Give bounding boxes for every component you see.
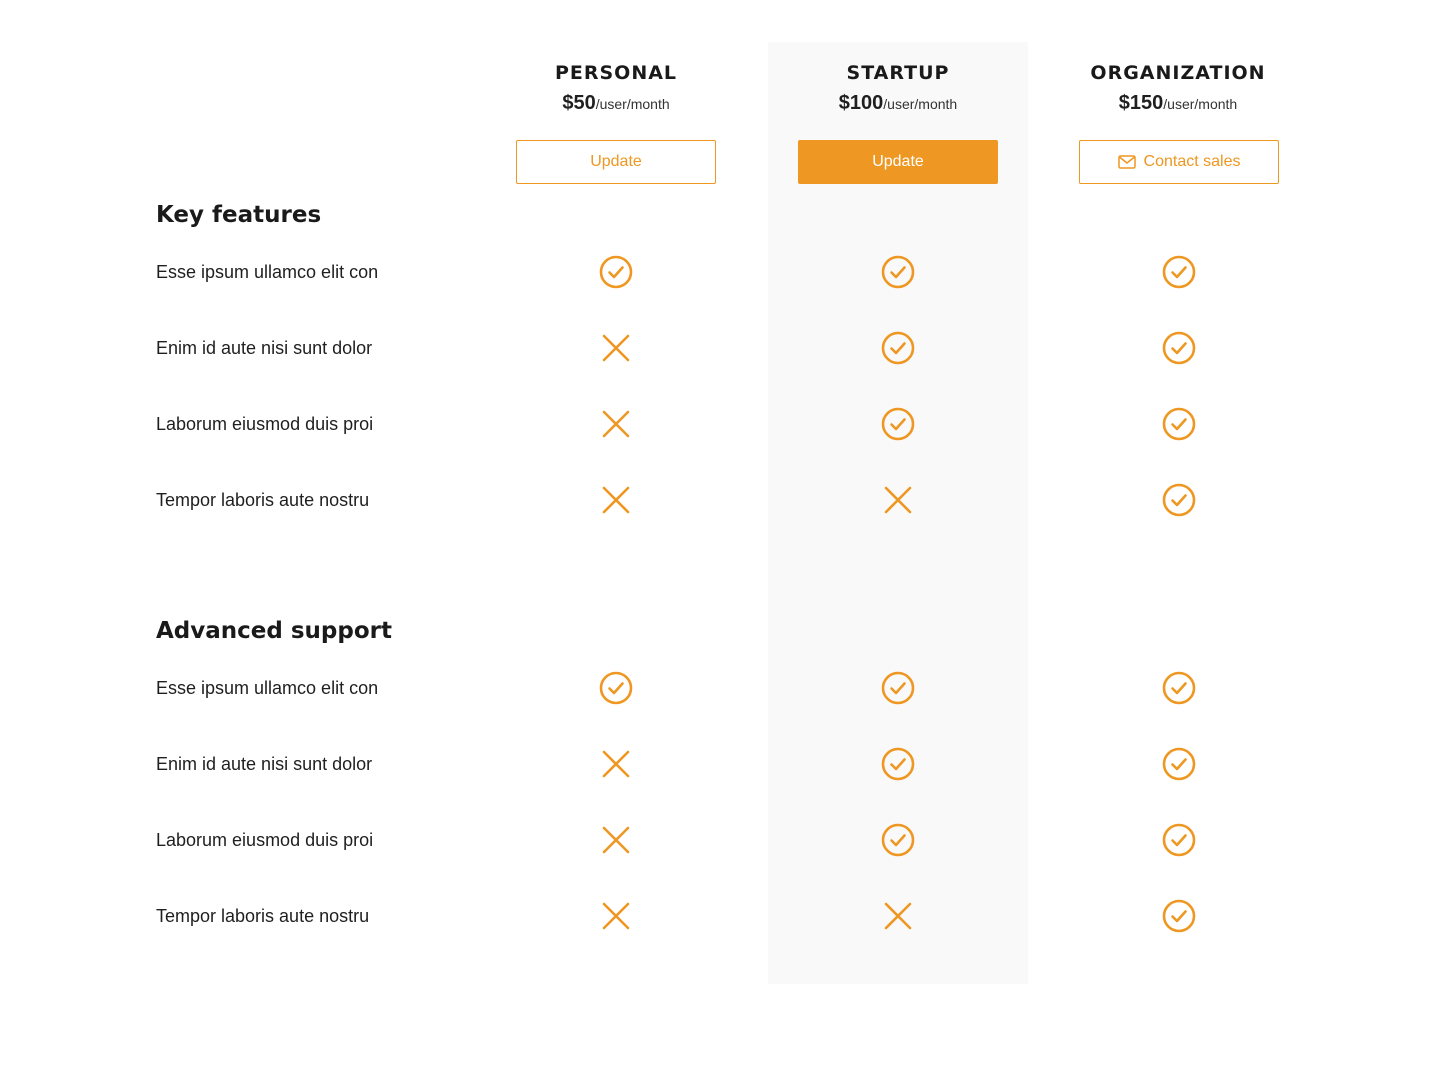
check-circle-icon <box>1161 746 1197 782</box>
section-title-advanced-support: Advanced support <box>156 618 392 644</box>
feature-label: Esse ipsum ullamco elit con <box>156 678 379 698</box>
feature-label: Tempor laboris aute nostru <box>156 906 370 926</box>
plan-startup: STARTUP $100/user/month <box>768 58 1028 116</box>
price-amount: $100 <box>838 92 884 114</box>
plan-name: STARTUP <box>846 62 950 84</box>
cross-icon <box>880 482 916 518</box>
price-amount: $50 <box>562 92 596 114</box>
check-circle-icon <box>1161 254 1197 290</box>
check-circle-icon <box>880 746 916 782</box>
check-circle-icon <box>598 254 634 290</box>
button-label: Contact sales <box>1143 153 1241 170</box>
cross-icon <box>598 406 634 442</box>
feature-label: Laborum eiusmod duis proi <box>156 830 374 850</box>
feature-label: Enim id aute nisi sunt dolor <box>156 338 373 358</box>
plan-organization: ORGANIZATION $150/user/month <box>1048 58 1308 116</box>
plan-price: $100/user/month <box>768 90 1028 116</box>
check-circle-icon <box>1161 482 1197 518</box>
cross-icon <box>598 482 634 518</box>
cross-icon <box>598 746 634 782</box>
plan-name: PERSONAL <box>554 62 678 84</box>
feature-label: Esse ipsum ullamco elit con <box>156 262 379 282</box>
check-circle-icon <box>880 822 916 858</box>
check-circle-icon <box>1161 670 1197 706</box>
check-circle-icon <box>1161 898 1197 934</box>
plan-name: ORGANIZATION <box>1090 62 1266 84</box>
mail-icon <box>1117 155 1136 169</box>
pricing-comparison-page: PERSONAL $50/user/month STARTUP $100/use… <box>0 0 1440 1080</box>
check-circle-icon <box>880 670 916 706</box>
feature-label: Enim id aute nisi sunt dolor <box>156 754 373 774</box>
feature-label: Tempor laboris aute nostru <box>156 490 370 510</box>
check-circle-icon <box>880 254 916 290</box>
plan-price: $150/user/month <box>1048 90 1308 116</box>
check-circle-icon <box>1161 406 1197 442</box>
section-title-key-features: Key features <box>156 202 322 228</box>
check-circle-icon <box>880 330 916 366</box>
feature-label: Laborum eiusmod duis proi <box>156 414 374 434</box>
check-circle-icon <box>1161 822 1197 858</box>
check-circle-icon <box>880 406 916 442</box>
cross-icon <box>598 898 634 934</box>
button-label: Update <box>590 153 642 170</box>
price-amount: $150 <box>1118 92 1164 114</box>
plan-personal: PERSONAL $50/user/month <box>486 58 746 116</box>
contact-sales-button[interactable]: Contact sales <box>1079 140 1279 184</box>
button-label: Update <box>872 153 924 170</box>
cross-icon <box>598 330 634 366</box>
plan-price: $50/user/month <box>486 90 746 116</box>
price-unit: /user/month <box>595 96 670 112</box>
check-circle-icon <box>1161 330 1197 366</box>
check-circle-icon <box>598 670 634 706</box>
price-unit: /user/month <box>1163 96 1238 112</box>
startup-update-button[interactable]: Update <box>798 140 998 184</box>
price-unit: /user/month <box>883 96 958 112</box>
personal-update-button[interactable]: Update <box>516 140 716 184</box>
cross-icon <box>880 898 916 934</box>
cross-icon <box>598 822 634 858</box>
